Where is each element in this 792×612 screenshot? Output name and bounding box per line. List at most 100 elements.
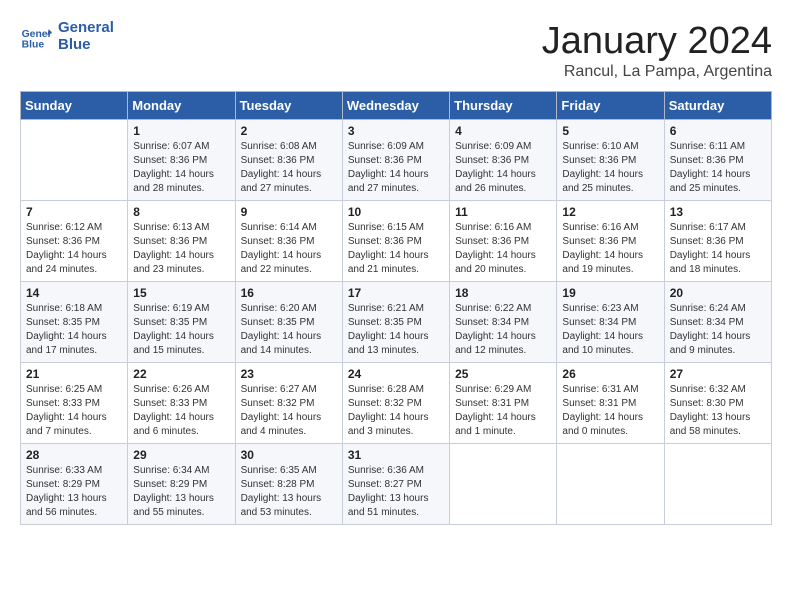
calendar-cell: 7 Sunrise: 6:12 AM Sunset: 8:36 PM Daylig… xyxy=(21,201,128,282)
day-number: 18 xyxy=(455,286,551,300)
calendar-cell: 15 Sunrise: 6:19 AM Sunset: 8:35 PM Dayli… xyxy=(128,282,235,363)
day-number: 30 xyxy=(241,448,337,462)
day-info: Sunrise: 6:18 AM Sunset: 8:35 PM Dayligh… xyxy=(26,302,122,358)
day-info: Sunrise: 6:09 AM Sunset: 8:36 PM Dayligh… xyxy=(455,140,551,196)
calendar-cell: 16Sunrise: 6:20 AM Sunset: 8:35 PM Dayli… xyxy=(235,282,342,363)
day-number: 7 xyxy=(26,205,122,219)
day-info: Sunrise: 6:09 AM Sunset: 8:36 PM Dayligh… xyxy=(348,140,444,196)
day-info: Sunrise: 6:24 AM Sunset: 8:34 PM Dayligh… xyxy=(670,302,766,358)
day-number: 26 xyxy=(562,367,658,381)
calendar-week-row: 1 Sunrise: 6:07 AM Sunset: 8:36 PM Daylig… xyxy=(21,120,772,201)
day-info: Sunrise: 6:19 AM Sunset: 8:35 PM Dayligh… xyxy=(133,302,229,358)
day-number: 27 xyxy=(670,367,766,381)
calendar-cell: 31Sunrise: 6:36 AM Sunset: 8:27 PM Dayli… xyxy=(342,444,449,525)
calendar-cell: 6 Sunrise: 6:11 AM Sunset: 8:36 PM Daylig… xyxy=(664,120,771,201)
month-title: January 2024 xyxy=(542,20,772,63)
day-number: 5 xyxy=(562,124,658,138)
day-number: 17 xyxy=(348,286,444,300)
day-number: 6 xyxy=(670,124,766,138)
svg-text:Blue: Blue xyxy=(22,39,45,50)
calendar-cell: 5Sunrise: 6:10 AM Sunset: 8:36 PM Daylig… xyxy=(557,120,664,201)
calendar-cell: 26 Sunrise: 6:31 AM Sunset: 8:31 PM Dayli… xyxy=(557,363,664,444)
day-info: Sunrise: 6:16 AM Sunset: 8:36 PM Dayligh… xyxy=(562,221,658,277)
day-number: 10 xyxy=(348,205,444,219)
weekday-header-cell: Thursday xyxy=(450,92,557,120)
calendar-week-row: 21Sunrise: 6:25 AM Sunset: 8:33 PM Dayli… xyxy=(21,363,772,444)
day-number: 22 xyxy=(133,367,229,381)
calendar-cell: 21Sunrise: 6:25 AM Sunset: 8:33 PM Dayli… xyxy=(21,363,128,444)
day-info: Sunrise: 6:14 AM Sunset: 8:36 PM Dayligh… xyxy=(241,221,337,277)
day-info: Sunrise: 6:23 AM Sunset: 8:34 PM Dayligh… xyxy=(562,302,658,358)
day-number: 8 xyxy=(133,205,229,219)
calendar-cell: 24 Sunrise: 6:28 AM Sunset: 8:32 PM Dayli… xyxy=(342,363,449,444)
day-number: 24 xyxy=(348,367,444,381)
calendar-cell: 1 Sunrise: 6:07 AM Sunset: 8:36 PM Daylig… xyxy=(128,120,235,201)
calendar-cell xyxy=(664,444,771,525)
day-info: Sunrise: 6:26 AM Sunset: 8:33 PM Dayligh… xyxy=(133,383,229,439)
day-number: 23 xyxy=(241,367,337,381)
weekday-header-cell: Saturday xyxy=(664,92,771,120)
day-number: 19 xyxy=(562,286,658,300)
calendar-cell: 22 Sunrise: 6:26 AM Sunset: 8:33 PM Dayli… xyxy=(128,363,235,444)
weekday-header-row: SundayMondayTuesdayWednesdayThursdayFrid… xyxy=(21,92,772,120)
day-number: 1 xyxy=(133,124,229,138)
day-info: Sunrise: 6:29 AM Sunset: 8:31 PM Dayligh… xyxy=(455,383,551,439)
day-info: Sunrise: 6:11 AM Sunset: 8:36 PM Dayligh… xyxy=(670,140,766,196)
calendar-week-row: 14 Sunrise: 6:18 AM Sunset: 8:35 PM Dayli… xyxy=(21,282,772,363)
weekday-header-cell: Wednesday xyxy=(342,92,449,120)
location-subtitle: Rancul, La Pampa, Argentina xyxy=(542,63,772,81)
day-info: Sunrise: 6:13 AM Sunset: 8:36 PM Dayligh… xyxy=(133,221,229,277)
logo-icon: General Blue xyxy=(20,21,52,53)
day-info: Sunrise: 6:16 AM Sunset: 8:36 PM Dayligh… xyxy=(455,221,551,277)
day-info: Sunrise: 6:25 AM Sunset: 8:33 PM Dayligh… xyxy=(26,383,122,439)
calendar-cell: 18 Sunrise: 6:22 AM Sunset: 8:34 PM Dayli… xyxy=(450,282,557,363)
day-number: 4 xyxy=(455,124,551,138)
calendar-cell: 10Sunrise: 6:15 AM Sunset: 8:36 PM Dayli… xyxy=(342,201,449,282)
day-info: Sunrise: 6:07 AM Sunset: 8:36 PM Dayligh… xyxy=(133,140,229,196)
day-number: 14 xyxy=(26,286,122,300)
calendar-cell: 27Sunrise: 6:32 AM Sunset: 8:30 PM Dayli… xyxy=(664,363,771,444)
day-info: Sunrise: 6:27 AM Sunset: 8:32 PM Dayligh… xyxy=(241,383,337,439)
day-number: 13 xyxy=(670,205,766,219)
calendar-cell: 20Sunrise: 6:24 AM Sunset: 8:34 PM Dayli… xyxy=(664,282,771,363)
weekday-header-cell: Sunday xyxy=(21,92,128,120)
calendar-cell: 19 Sunrise: 6:23 AM Sunset: 8:34 PM Dayli… xyxy=(557,282,664,363)
calendar-cell xyxy=(557,444,664,525)
day-info: Sunrise: 6:36 AM Sunset: 8:27 PM Dayligh… xyxy=(348,464,444,520)
weekday-header-cell: Monday xyxy=(128,92,235,120)
calendar-cell: 30 Sunrise: 6:35 AM Sunset: 8:28 PM Dayli… xyxy=(235,444,342,525)
weekday-header-cell: Friday xyxy=(557,92,664,120)
day-number: 28 xyxy=(26,448,122,462)
calendar-cell: 17 Sunrise: 6:21 AM Sunset: 8:35 PM Dayli… xyxy=(342,282,449,363)
calendar-header: SundayMondayTuesdayWednesdayThursdayFrid… xyxy=(21,92,772,120)
day-number: 9 xyxy=(241,205,337,219)
calendar-cell: 12 Sunrise: 6:16 AM Sunset: 8:36 PM Dayli… xyxy=(557,201,664,282)
calendar-cell: 11Sunrise: 6:16 AM Sunset: 8:36 PM Dayli… xyxy=(450,201,557,282)
page-header: General Blue General Blue January 2024 R… xyxy=(20,20,772,81)
day-number: 15 xyxy=(133,286,229,300)
calendar-cell: 4 Sunrise: 6:09 AM Sunset: 8:36 PM Daylig… xyxy=(450,120,557,201)
title-block: January 2024 Rancul, La Pampa, Argentina xyxy=(542,20,772,81)
calendar-cell: 29Sunrise: 6:34 AM Sunset: 8:29 PM Dayli… xyxy=(128,444,235,525)
weekday-header-cell: Tuesday xyxy=(235,92,342,120)
day-info: Sunrise: 6:21 AM Sunset: 8:35 PM Dayligh… xyxy=(348,302,444,358)
day-info: Sunrise: 6:22 AM Sunset: 8:34 PM Dayligh… xyxy=(455,302,551,358)
day-number: 2 xyxy=(241,124,337,138)
calendar-week-row: 28Sunrise: 6:33 AM Sunset: 8:29 PM Dayli… xyxy=(21,444,772,525)
day-info: Sunrise: 6:17 AM Sunset: 8:36 PM Dayligh… xyxy=(670,221,766,277)
day-info: Sunrise: 6:12 AM Sunset: 8:36 PM Dayligh… xyxy=(26,221,122,277)
calendar-table: SundayMondayTuesdayWednesdayThursdayFrid… xyxy=(20,91,772,525)
calendar-cell: 2 Sunrise: 6:08 AM Sunset: 8:36 PM Daylig… xyxy=(235,120,342,201)
day-number: 3 xyxy=(348,124,444,138)
day-info: Sunrise: 6:31 AM Sunset: 8:31 PM Dayligh… xyxy=(562,383,658,439)
calendar-cell xyxy=(21,120,128,201)
day-number: 12 xyxy=(562,205,658,219)
day-info: Sunrise: 6:35 AM Sunset: 8:28 PM Dayligh… xyxy=(241,464,337,520)
logo-line1: General xyxy=(58,20,114,37)
logo: General Blue General Blue xyxy=(20,20,114,53)
day-info: Sunrise: 6:34 AM Sunset: 8:29 PM Dayligh… xyxy=(133,464,229,520)
day-info: Sunrise: 6:28 AM Sunset: 8:32 PM Dayligh… xyxy=(348,383,444,439)
calendar-cell: 3 Sunrise: 6:09 AM Sunset: 8:36 PM Daylig… xyxy=(342,120,449,201)
calendar-cell: 8 Sunrise: 6:13 AM Sunset: 8:36 PM Daylig… xyxy=(128,201,235,282)
day-info: Sunrise: 6:08 AM Sunset: 8:36 PM Dayligh… xyxy=(241,140,337,196)
